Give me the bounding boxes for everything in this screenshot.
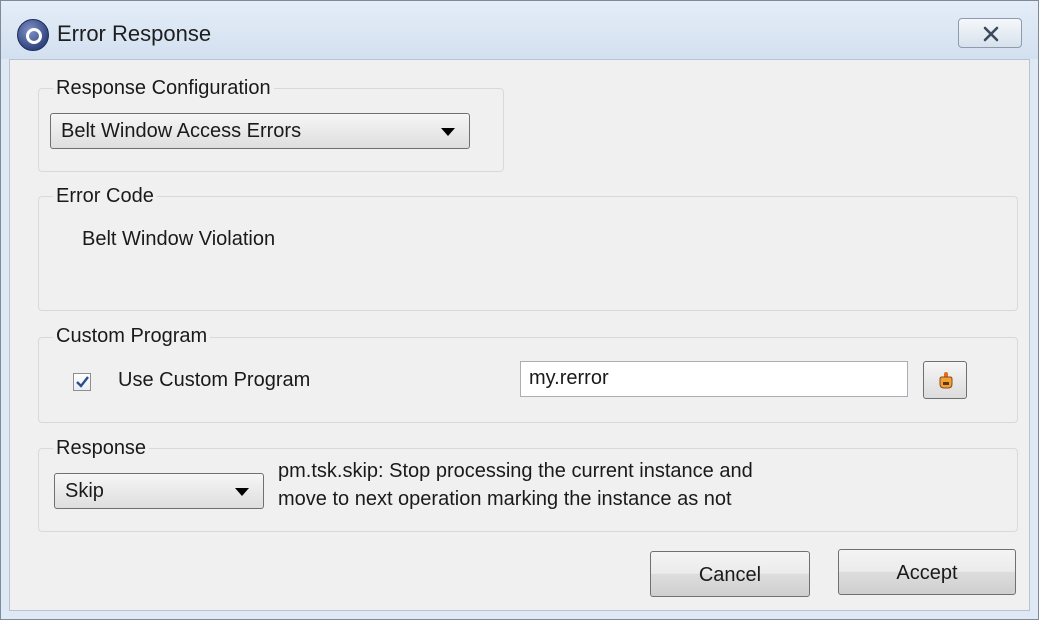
custom-program-input[interactable]: my.rerror	[520, 361, 908, 397]
accept-button-label: Accept	[896, 562, 958, 584]
custom-program-edit-button[interactable]	[923, 361, 967, 399]
error-response-dialog: Error Response Response Configuration Be…	[0, 0, 1039, 620]
title-bar[interactable]: Error Response	[1, 1, 1038, 59]
accept-button[interactable]: Accept	[838, 549, 1016, 595]
chevron-down-icon	[441, 128, 455, 136]
custom-program-label: Custom Program	[53, 325, 211, 348]
dialog-body: Response Configuration Belt Window Acces…	[9, 59, 1030, 611]
chevron-down-icon	[235, 488, 249, 496]
custom-program-value: my.rerror	[529, 367, 609, 389]
app-logo-icon	[17, 19, 49, 51]
error-code-value: Belt Window Violation	[82, 228, 276, 250]
response-description-line1: pm.tsk.skip: Stop processing the current…	[278, 460, 753, 482]
response-description-line2: move to next operation marking the insta…	[278, 488, 732, 510]
error-code-group	[38, 196, 1018, 311]
close-x-icon	[983, 26, 999, 42]
use-custom-program-label[interactable]: Use Custom Program	[118, 369, 310, 392]
cancel-button[interactable]: Cancel	[650, 551, 810, 597]
response-configuration-selected: Belt Window Access Errors	[61, 120, 302, 142]
response-selected: Skip	[65, 480, 104, 502]
response-dropdown[interactable]: Skip	[54, 473, 264, 509]
response-configuration-label: Response Configuration	[53, 77, 274, 100]
close-button[interactable]	[958, 18, 1022, 48]
response-configuration-dropdown[interactable]: Belt Window Access Errors	[50, 113, 470, 149]
checkmark-icon	[76, 376, 89, 388]
response-label: Response	[53, 437, 150, 460]
hand-pointer-icon	[939, 372, 953, 389]
window-title: Error Response	[57, 21, 212, 46]
cancel-button-label: Cancel	[698, 564, 762, 586]
error-code-label: Error Code	[53, 185, 157, 208]
use-custom-program-checkbox[interactable]	[73, 373, 91, 391]
